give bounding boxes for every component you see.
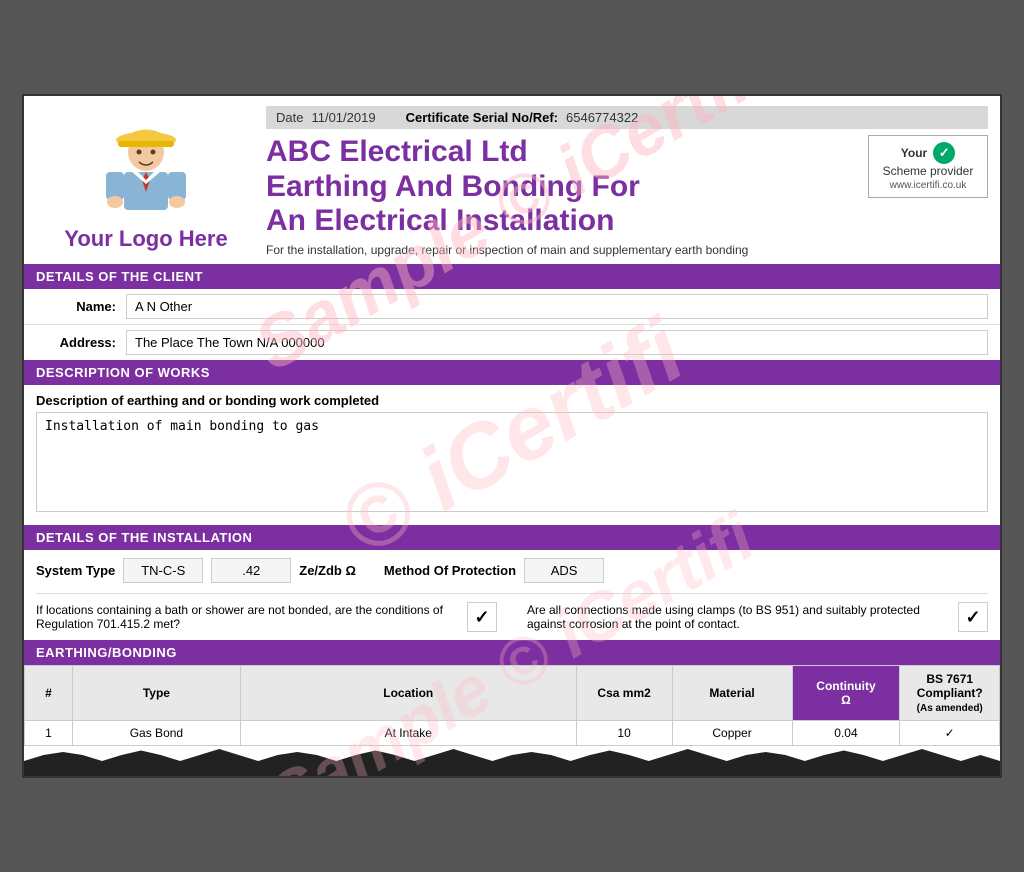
scheme-check-icon: ✓ bbox=[933, 142, 955, 164]
th-continuity: ContinuityΩ bbox=[792, 666, 900, 721]
row1-type: Gas Bond bbox=[72, 721, 240, 746]
bottom-wave bbox=[24, 746, 1000, 776]
row1-material: Copper bbox=[672, 721, 792, 746]
install-inner: System Type TN-C-S .42 Ze/Zdb Ω Method O… bbox=[24, 550, 1000, 640]
logo-area: Your Logo Here bbox=[36, 106, 256, 258]
install-q2: Are all connections made using clamps (t… bbox=[517, 603, 958, 631]
install-check1: ✓ bbox=[467, 602, 497, 632]
system-type-label: System Type bbox=[36, 563, 115, 578]
client-section: Name: A N Other Address: The Place The T… bbox=[24, 289, 1000, 360]
name-label: Name: bbox=[36, 299, 126, 314]
address-value: The Place The Town N/A 000000 bbox=[126, 330, 988, 355]
row1-location: At Intake bbox=[240, 721, 576, 746]
title-block: ABC Electrical Ltd Earthing And Bonding … bbox=[266, 135, 854, 257]
system-type-value: TN-C-S bbox=[123, 558, 203, 583]
row1-bs: ✓ bbox=[900, 721, 1000, 746]
ze-zdb-value: .42 bbox=[211, 558, 291, 583]
install-section: System Type TN-C-S .42 Ze/Zdb Ω Method O… bbox=[24, 550, 1000, 640]
th-bs: BS 7671Compliant?(As amended) bbox=[900, 666, 1000, 721]
scheme-url: www.icertifi.co.uk bbox=[890, 180, 967, 191]
th-hash: # bbox=[25, 666, 73, 721]
eb-section: # Type Location Csa mm2 Material Continu… bbox=[24, 665, 1000, 746]
th-material: Material bbox=[672, 666, 792, 721]
eb-table: # Type Location Csa mm2 Material Continu… bbox=[24, 665, 1000, 746]
works-section-header: DESCRIPTION OF WORKS bbox=[24, 360, 1000, 385]
th-type: Type bbox=[72, 666, 240, 721]
name-row: Name: A N Other bbox=[24, 289, 1000, 325]
name-value: A N Other bbox=[126, 294, 988, 319]
works-textarea[interactable]: Installation of main bonding to gas bbox=[36, 412, 988, 512]
certificate-page: Sample © iCertifi © iCertifi Sample © iC… bbox=[22, 94, 1002, 778]
method-value: ADS bbox=[524, 558, 604, 583]
logo-icon bbox=[96, 112, 196, 222]
logo-text: Your Logo Here bbox=[64, 226, 227, 252]
date-serial-bar: Date 11/01/2019 Certificate Serial No/Re… bbox=[266, 106, 988, 129]
eb-section-header: EARTHING/BONDING bbox=[24, 640, 1000, 665]
header: Your Logo Here Date 11/01/2019 Certifica… bbox=[24, 96, 1000, 264]
date-value: 11/01/2019 bbox=[311, 110, 375, 125]
address-label: Address: bbox=[36, 335, 126, 350]
header-top-row: Your Logo Here Date 11/01/2019 Certifica… bbox=[36, 106, 988, 258]
scheme-provider-label: Scheme provider bbox=[883, 164, 974, 178]
serial-label: Certificate Serial No/Ref: bbox=[406, 110, 558, 125]
th-csa: Csa mm2 bbox=[576, 666, 672, 721]
scheme-your-label: Your bbox=[901, 146, 927, 160]
scheme-badge-top: Your ✓ bbox=[901, 142, 955, 164]
title-scheme-row: ABC Electrical Ltd Earthing And Bonding … bbox=[266, 135, 988, 257]
install-row1: System Type TN-C-S .42 Ze/Zdb Ω Method O… bbox=[36, 558, 988, 583]
client-section-header: DETAILS OF THE CLIENT bbox=[24, 264, 1000, 289]
install-section-header: DETAILS OF THE INSTALLATION bbox=[24, 525, 1000, 550]
address-row: Address: The Place The Town N/A 000000 bbox=[24, 325, 1000, 360]
method-label: Method Of Protection bbox=[384, 563, 516, 578]
install-q1: If locations containing a bath or shower… bbox=[36, 603, 467, 631]
date-label: Date bbox=[276, 110, 303, 125]
row1-continuity: 0.04 bbox=[792, 721, 900, 746]
install-row2: If locations containing a bath or shower… bbox=[36, 593, 988, 632]
works-desc-label: Description of earthing and or bonding w… bbox=[36, 393, 988, 408]
works-section: Description of earthing and or bonding w… bbox=[24, 385, 1000, 525]
subtitle: For the installation, upgrade, repair or… bbox=[266, 243, 854, 257]
scheme-badge: Your ✓ Scheme provider www.icertifi.co.u… bbox=[868, 135, 988, 198]
install-check2: ✓ bbox=[958, 602, 988, 632]
main-title: ABC Electrical Ltd Earthing And Bonding … bbox=[266, 135, 854, 239]
table-row: 1 Gas Bond At Intake 10 Copper 0.04 ✓ bbox=[25, 721, 1000, 746]
th-location: Location bbox=[240, 666, 576, 721]
ze-zdb-label: Ze/Zdb Ω bbox=[299, 563, 356, 578]
works-inner: Description of earthing and or bonding w… bbox=[24, 385, 1000, 525]
header-right: Date 11/01/2019 Certificate Serial No/Re… bbox=[256, 106, 988, 257]
serial-value: 6546774322 bbox=[566, 110, 638, 125]
row1-csa: 10 bbox=[576, 721, 672, 746]
row1-hash: 1 bbox=[25, 721, 73, 746]
